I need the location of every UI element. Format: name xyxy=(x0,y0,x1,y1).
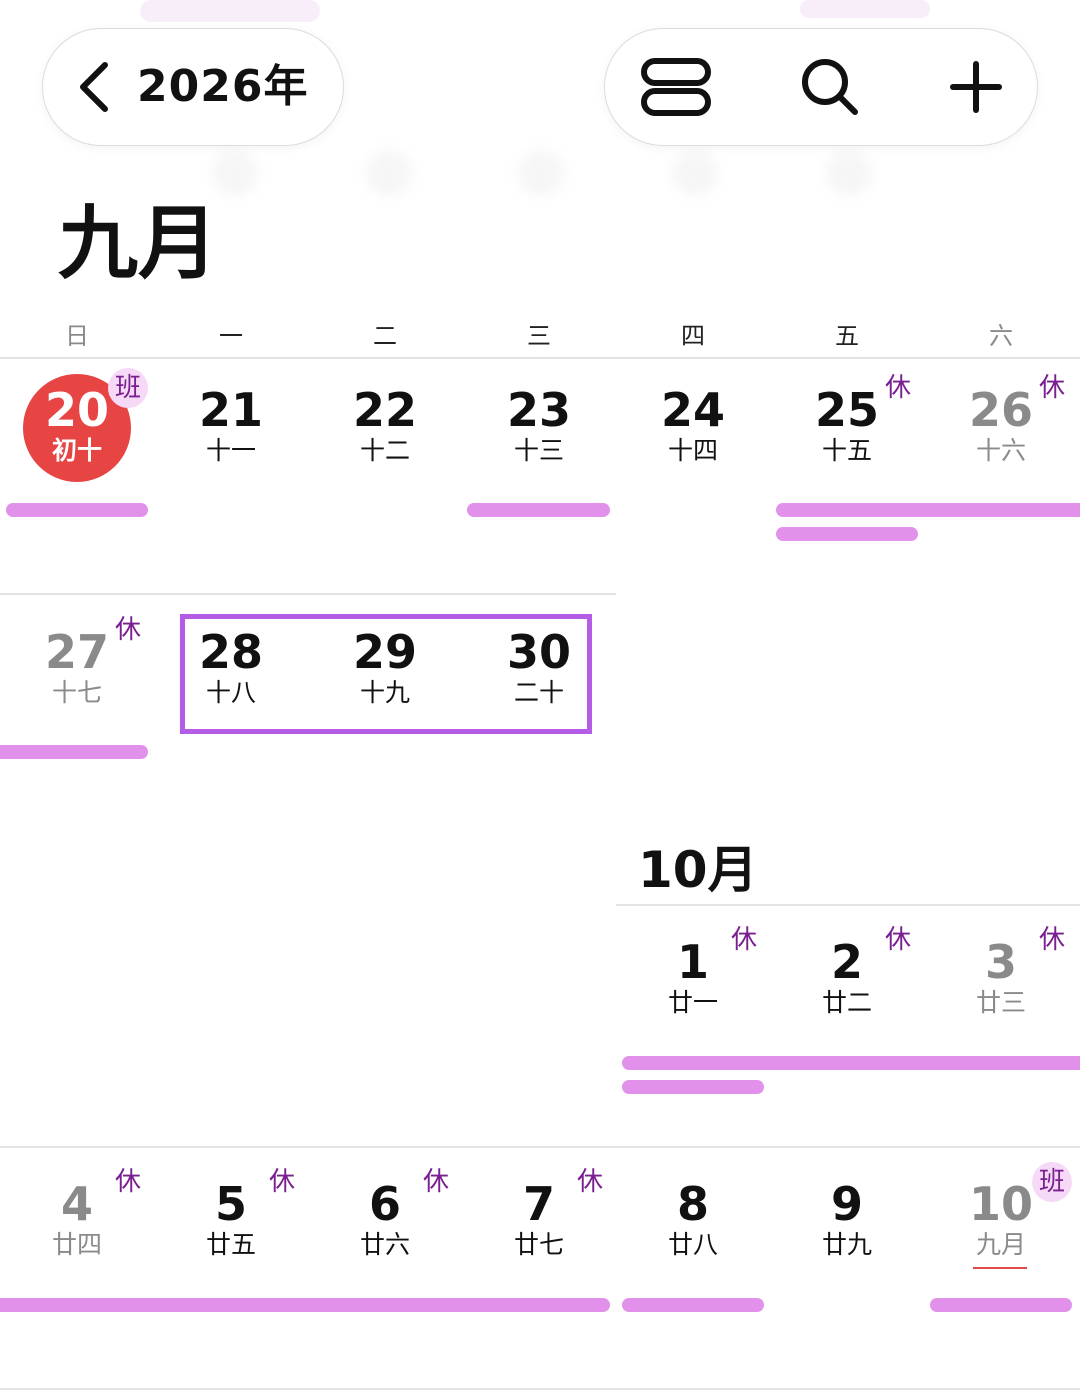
lunar-date: 十一 xyxy=(205,436,256,465)
event-bar[interactable] xyxy=(0,1298,610,1312)
day-number: 9 xyxy=(830,1177,863,1231)
october-label: 10月 xyxy=(638,841,758,899)
holiday-badge: 休 xyxy=(576,1167,603,1197)
day-number: 24 xyxy=(660,383,725,437)
week-separator xyxy=(616,904,1080,906)
week-separator xyxy=(0,593,616,595)
event-bar[interactable] xyxy=(6,503,148,517)
lunar-date: 十七 xyxy=(51,678,102,707)
weekday-sat: 六 xyxy=(989,322,1013,350)
lunar-date: 十三 xyxy=(513,436,564,465)
day-cell-oct-8[interactable]: 8 廿八 xyxy=(616,1154,770,1264)
workday-badge: 班 xyxy=(108,368,148,408)
holiday-badge: 休 xyxy=(268,1167,295,1197)
day-cell-sep-21[interactable]: 21 十一 xyxy=(154,360,308,470)
month-title: 九月 xyxy=(58,197,218,290)
holiday-badge: 休 xyxy=(114,1167,141,1197)
year-label: 2026年 xyxy=(137,61,309,112)
event-bar[interactable] xyxy=(622,1298,764,1312)
weekday-sun: 日 xyxy=(65,322,89,350)
lunar-date: 廿八 xyxy=(667,1230,718,1259)
lunar-date: 九月 xyxy=(975,1230,1026,1259)
weekday-wed: 三 xyxy=(527,322,551,350)
lunar-date: 十二 xyxy=(359,436,410,465)
day-cell-sep-20[interactable]: 20 初十 班 xyxy=(0,360,154,470)
day-cell-oct-6[interactable]: 6 廿六 休 xyxy=(308,1154,462,1264)
day-cell-oct-7[interactable]: 7 廿七 休 xyxy=(462,1154,616,1264)
day-cell-sep-26[interactable]: 26 十六 休 xyxy=(924,360,1078,470)
workday-badge: 班 xyxy=(1032,1162,1072,1202)
holiday-badge: 休 xyxy=(1038,925,1065,955)
event-bar[interactable] xyxy=(776,503,1080,517)
day-cell-sep-22[interactable]: 22 十二 xyxy=(308,360,462,470)
event-bar[interactable] xyxy=(467,503,610,517)
lunar-month-underline xyxy=(973,1267,1027,1269)
day-cell-oct-3[interactable]: 3 廿三 休 xyxy=(924,912,1078,1022)
lunar-date: 廿九 xyxy=(821,1230,872,1259)
week-separator xyxy=(0,357,1080,359)
lunar-date: 廿五 xyxy=(205,1230,256,1259)
lunar-date: 廿六 xyxy=(359,1230,410,1259)
lunar-date: 廿一 xyxy=(667,988,718,1017)
holiday-badge: 休 xyxy=(884,925,911,955)
weekday-mon: 一 xyxy=(219,322,243,350)
event-bar[interactable] xyxy=(930,1298,1072,1312)
event-bar[interactable] xyxy=(0,745,148,759)
day-cell-sep-24[interactable]: 24 十四 xyxy=(616,360,770,470)
day-number: 21 xyxy=(198,383,263,437)
holiday-badge: 休 xyxy=(1038,373,1065,403)
lunar-date: 十六 xyxy=(975,436,1026,465)
day-cell-sep-25[interactable]: 25 十五 休 xyxy=(770,360,924,470)
holiday-badge: 休 xyxy=(884,373,911,403)
lunar-date: 廿四 xyxy=(51,1230,102,1259)
day-cell-oct-2[interactable]: 2 廿二 休 xyxy=(770,912,924,1022)
day-cell-oct-9[interactable]: 9 廿九 xyxy=(770,1154,924,1264)
chevron-left-icon xyxy=(80,62,108,112)
search-button[interactable] xyxy=(785,51,875,123)
plus-icon xyxy=(950,61,1002,113)
view-toggle-icon xyxy=(641,58,711,116)
back-to-year-button[interactable]: 2026年 xyxy=(42,28,344,146)
event-bar[interactable] xyxy=(776,527,918,541)
day-cell-oct-1[interactable]: 1 廿一 休 xyxy=(616,912,770,1022)
background-shape xyxy=(366,150,412,196)
week-separator xyxy=(0,1146,1080,1148)
lunar-date: 廿二 xyxy=(821,988,872,1017)
background-shape xyxy=(672,150,718,196)
background-shape xyxy=(826,150,872,196)
day-cell-oct-10[interactable]: 10 九月 班 xyxy=(924,1154,1078,1264)
holiday-badge: 休 xyxy=(114,615,141,645)
day-cell-sep-23[interactable]: 23 十三 xyxy=(462,360,616,470)
week-separator xyxy=(0,1388,1080,1390)
view-toggle-button[interactable] xyxy=(631,51,721,123)
day-cell-oct-4[interactable]: 4 廿四 休 xyxy=(0,1154,154,1264)
day-cell-sep-27[interactable]: 27 十七 休 xyxy=(0,602,154,712)
background-shape xyxy=(212,150,258,196)
holiday-badge: 休 xyxy=(422,1167,449,1197)
background-shape xyxy=(800,0,930,18)
weekday-fri: 五 xyxy=(835,322,859,350)
weekday-tue: 二 xyxy=(373,322,397,350)
lunar-date: 十五 xyxy=(821,436,872,465)
event-bar[interactable] xyxy=(622,1080,764,1094)
toolbar xyxy=(604,28,1038,146)
selection-box xyxy=(180,614,592,734)
background-shape xyxy=(518,150,564,196)
search-icon xyxy=(802,59,858,115)
event-bar[interactable] xyxy=(622,1056,1080,1070)
lunar-date: 初十 xyxy=(51,436,102,465)
day-cell-oct-5[interactable]: 5 廿五 休 xyxy=(154,1154,308,1264)
weekday-thu: 四 xyxy=(681,322,705,350)
lunar-date: 廿三 xyxy=(975,988,1026,1017)
lunar-date: 十四 xyxy=(667,436,718,465)
day-number: 22 xyxy=(352,383,417,437)
holiday-badge: 休 xyxy=(730,925,757,955)
day-number: 8 xyxy=(676,1177,709,1231)
day-number: 23 xyxy=(506,383,571,437)
lunar-date: 廿七 xyxy=(513,1230,564,1259)
add-event-button[interactable] xyxy=(931,51,1021,123)
background-shape xyxy=(140,0,320,22)
